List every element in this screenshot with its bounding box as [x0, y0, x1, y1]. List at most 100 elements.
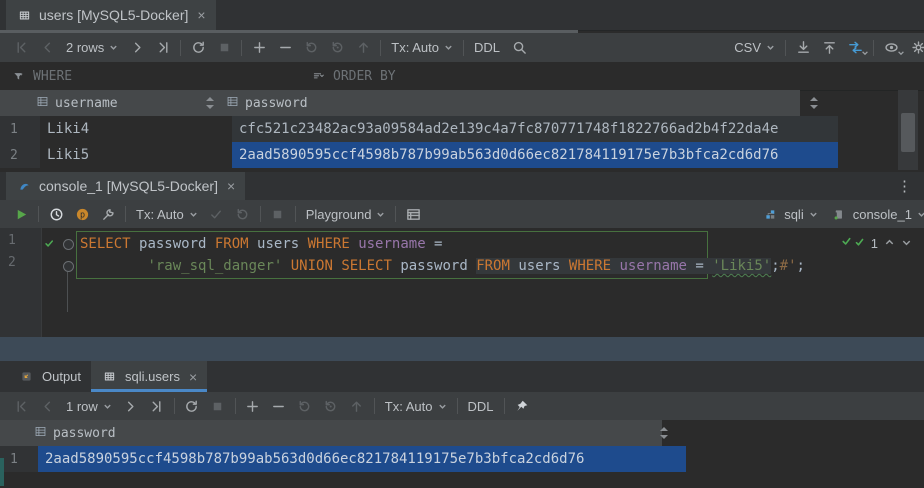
- column-header-password[interactable]: password: [28, 420, 674, 446]
- settings-gear-icon[interactable]: [905, 36, 924, 60]
- last-page-button[interactable]: [150, 36, 176, 60]
- ddl-button[interactable]: DDL: [468, 40, 506, 55]
- fold-marker-icon[interactable]: [63, 261, 74, 272]
- sql-line-2[interactable]: 'raw_sql_danger' UNION SELECT password F…: [80, 255, 805, 277]
- rows-count-label: 2 rows: [66, 40, 104, 55]
- cell-password-selected[interactable]: 2aad5890595ccf4598b787b99ab563d0d66ec821…: [232, 142, 838, 168]
- revert-button[interactable]: [292, 394, 318, 418]
- reload-data-button[interactable]: [185, 36, 211, 60]
- stop-button[interactable]: [211, 36, 237, 60]
- revert-selected-button[interactable]: [318, 394, 344, 418]
- tab-users-grid[interactable]: users [MySQL5-Docker] ×: [6, 0, 216, 30]
- row-number[interactable]: 2: [0, 142, 40, 168]
- close-icon[interactable]: ×: [189, 370, 197, 384]
- stop-button[interactable]: [205, 394, 231, 418]
- separator: [38, 206, 39, 222]
- column-icon: [36, 95, 49, 112]
- separator: [241, 40, 242, 56]
- history-clock-icon[interactable]: [43, 202, 69, 226]
- chevron-down-icon: [103, 399, 112, 414]
- parameters-icon[interactable]: p: [69, 202, 95, 226]
- revert-selected-button[interactable]: [324, 36, 350, 60]
- search-icon[interactable]: [506, 36, 532, 60]
- console-session-dropdown[interactable]: console_1: [824, 202, 924, 226]
- fold-marker-icon[interactable]: [63, 239, 74, 250]
- next-page-button[interactable]: [118, 394, 144, 418]
- chevron-down-icon[interactable]: [901, 236, 912, 251]
- grid-corner[interactable]: [0, 90, 30, 116]
- chevron-down-icon: [809, 207, 818, 222]
- sql-editor[interactable]: 1 2 SELECT password FROM users WHERE use…: [0, 228, 924, 337]
- top-tab-bar: users [MySQL5-Docker] ×: [0, 0, 924, 31]
- wrench-settings-icon[interactable]: [95, 202, 121, 226]
- sql-token: password: [400, 258, 476, 274]
- rollback-icon[interactable]: [230, 202, 256, 226]
- close-icon[interactable]: ×: [227, 179, 235, 193]
- add-row-button[interactable]: [246, 36, 272, 60]
- previous-page-button[interactable]: [34, 394, 60, 418]
- export-format-dropdown[interactable]: CSV: [728, 40, 781, 55]
- schema-dropdown[interactable]: sqli: [755, 202, 824, 226]
- first-page-button[interactable]: [8, 36, 34, 60]
- close-icon[interactable]: ×: [197, 8, 205, 22]
- chevron-up-icon[interactable]: [884, 236, 895, 251]
- cell-username[interactable]: Liki5: [40, 142, 232, 168]
- page-size-dropdown[interactable]: 2 rows: [60, 40, 124, 55]
- ddl-button[interactable]: DDL: [462, 399, 500, 414]
- run-button[interactable]: [8, 202, 34, 226]
- tab-console[interactable]: console_1 [MySQL5-Docker] ×: [6, 172, 245, 200]
- statement-executed-check-icon[interactable]: [40, 234, 58, 252]
- tab-result-sqli-users[interactable]: sqli.users ×: [91, 361, 207, 392]
- cell-username[interactable]: Liki4: [40, 116, 232, 142]
- sql-line-1[interactable]: SELECT password FROM users WHERE usernam…: [80, 233, 442, 255]
- chevron-down-icon: [438, 399, 447, 414]
- execution-status-widget[interactable]: 1: [842, 235, 912, 251]
- grid-corner[interactable]: [0, 420, 28, 446]
- separator: [873, 40, 874, 56]
- import-upload-icon[interactable]: [816, 36, 842, 60]
- delete-row-button[interactable]: [272, 36, 298, 60]
- add-row-button[interactable]: [240, 394, 266, 418]
- row-number[interactable]: 1: [0, 116, 40, 142]
- sort-toggle-icon[interactable]: [810, 97, 818, 109]
- sort-toggle-icon[interactable]: [660, 427, 668, 439]
- submit-button[interactable]: [344, 394, 370, 418]
- where-filter-input[interactable]: WHERE: [0, 64, 82, 88]
- sql-token: #': [780, 258, 797, 274]
- order-by-input[interactable]: ORDER BY: [300, 64, 406, 88]
- submit-button[interactable]: [350, 36, 376, 60]
- column-header-password[interactable]: password: [220, 90, 824, 116]
- cell-password-selected[interactable]: 2aad5890595ccf4598b787b99ab563d0d66ec821…: [38, 446, 686, 472]
- page-size-dropdown[interactable]: 1 row: [60, 399, 118, 414]
- vertical-scrollbar[interactable]: [898, 90, 918, 170]
- last-page-button[interactable]: [144, 394, 170, 418]
- playground-mode-dropdown[interactable]: Playground: [300, 207, 392, 222]
- tx-mode-dropdown[interactable]: Tx: Auto: [385, 40, 459, 55]
- row-number[interactable]: 1: [0, 446, 38, 472]
- tx-mode-dropdown[interactable]: Tx: Auto: [379, 399, 453, 414]
- ddl-label: DDL: [474, 40, 500, 55]
- reload-data-button[interactable]: [179, 394, 205, 418]
- separator: [235, 398, 236, 414]
- kebab-menu-icon[interactable]: ⋮: [885, 177, 924, 195]
- in-editor-results-icon[interactable]: [400, 202, 426, 226]
- export-download-icon[interactable]: [790, 36, 816, 60]
- previous-page-button[interactable]: [34, 36, 60, 60]
- sort-toggle-icon[interactable]: [206, 97, 214, 109]
- column-header-username[interactable]: username: [30, 90, 220, 116]
- delete-row-button[interactable]: [266, 394, 292, 418]
- sql-token: [282, 258, 290, 274]
- tx-mode-dropdown[interactable]: Tx: Auto: [130, 207, 204, 222]
- table-row: 1 Liki4 cfc521c23482ac93a09584ad2e139c4a…: [0, 116, 800, 142]
- cell-password[interactable]: cfc521c23482ac93a09584ad2e139c4a7fc87077…: [232, 116, 838, 142]
- commit-check-icon[interactable]: [204, 202, 230, 226]
- panel-splitter[interactable]: [0, 337, 924, 361]
- revert-button[interactable]: [298, 36, 324, 60]
- first-page-button[interactable]: [8, 394, 34, 418]
- vertical-scrollbar-thumb[interactable]: [901, 113, 915, 152]
- next-page-button[interactable]: [124, 36, 150, 60]
- stop-button[interactable]: [265, 202, 291, 226]
- tab-output[interactable]: Output: [8, 361, 91, 392]
- pin-tab-icon[interactable]: [509, 394, 535, 418]
- tab-label: Output: [42, 369, 81, 384]
